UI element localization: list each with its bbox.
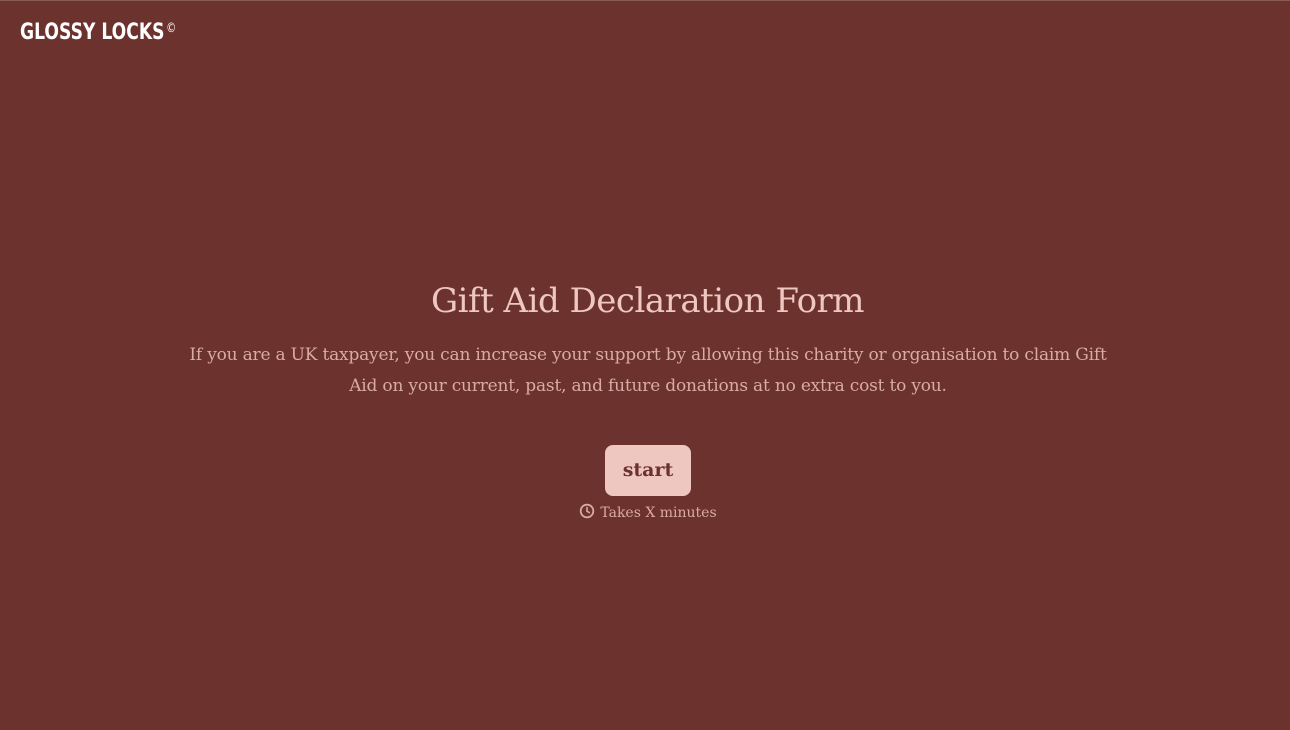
- duration-info: Takes X minutes: [3, 503, 1290, 521]
- start-button[interactable]: start: [605, 445, 691, 496]
- top-border: [0, 0, 1290, 1]
- brand-name: GLOSSY LOCKS: [20, 20, 165, 45]
- hero-section: Gift Aid Declaration Form If you are a U…: [0, 280, 1290, 521]
- duration-text: Takes X minutes: [600, 505, 717, 521]
- clock-icon: [579, 503, 595, 519]
- brand-logo[interactable]: GLOSSY LOCKS ©: [20, 18, 176, 48]
- copyright-mark: ©: [166, 21, 177, 36]
- page-description: If you are a UK taxpayer, you can increa…: [189, 345, 1107, 396]
- page-title: Gift Aid Declaration Form: [430, 281, 865, 321]
